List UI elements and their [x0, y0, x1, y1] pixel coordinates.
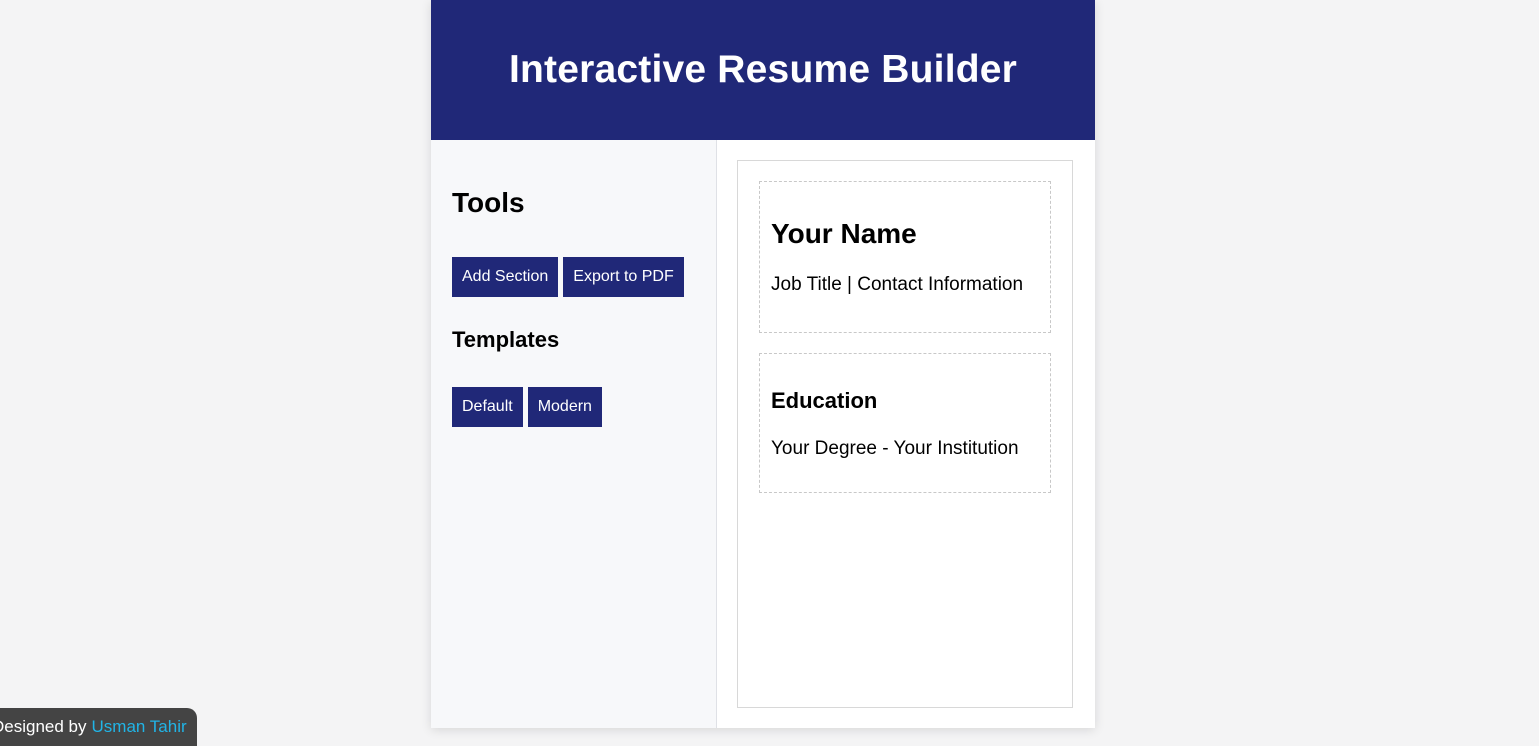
app-container: Interactive Resume Builder Tools Add Sec…	[431, 0, 1095, 728]
sidebar: Tools Add Section Export to PDF Template…	[431, 140, 717, 728]
resume-subtitle[interactable]: Job Title | Contact Information	[771, 273, 1039, 297]
education-detail[interactable]: Your Degree - Your Institution	[771, 437, 1039, 461]
name-section[interactable]: Your Name Job Title | Contact Informatio…	[759, 181, 1051, 333]
export-pdf-button[interactable]: Export to PDF	[563, 257, 684, 297]
preview-area: Your Name Job Title | Contact Informatio…	[717, 140, 1095, 728]
author-link[interactable]: Usman Tahir	[92, 717, 187, 737]
resume-name[interactable]: Your Name	[771, 217, 1039, 251]
templates-button-row: Default Modern	[452, 387, 695, 427]
default-template-button[interactable]: Default	[452, 387, 523, 427]
templates-heading: Templates	[452, 327, 560, 352]
education-heading[interactable]: Education	[771, 387, 1039, 415]
tools-button-row: Add Section Export to PDF	[452, 257, 695, 297]
resume-preview: Your Name Job Title | Contact Informatio…	[737, 160, 1073, 708]
credit-prefix: Designed by	[0, 717, 87, 736]
modern-template-button[interactable]: Modern	[527, 387, 602, 427]
tools-heading: Tools	[452, 187, 525, 218]
add-section-button[interactable]: Add Section	[452, 257, 559, 297]
page-header: Interactive Resume Builder	[431, 0, 1095, 140]
main-body: Tools Add Section Export to PDF Template…	[431, 140, 1095, 728]
education-section[interactable]: Education Your Degree - Your Institution	[759, 353, 1051, 493]
page-title: Interactive Resume Builder	[508, 48, 1018, 91]
designer-credit: Designed by Usman Tahir	[0, 708, 197, 746]
